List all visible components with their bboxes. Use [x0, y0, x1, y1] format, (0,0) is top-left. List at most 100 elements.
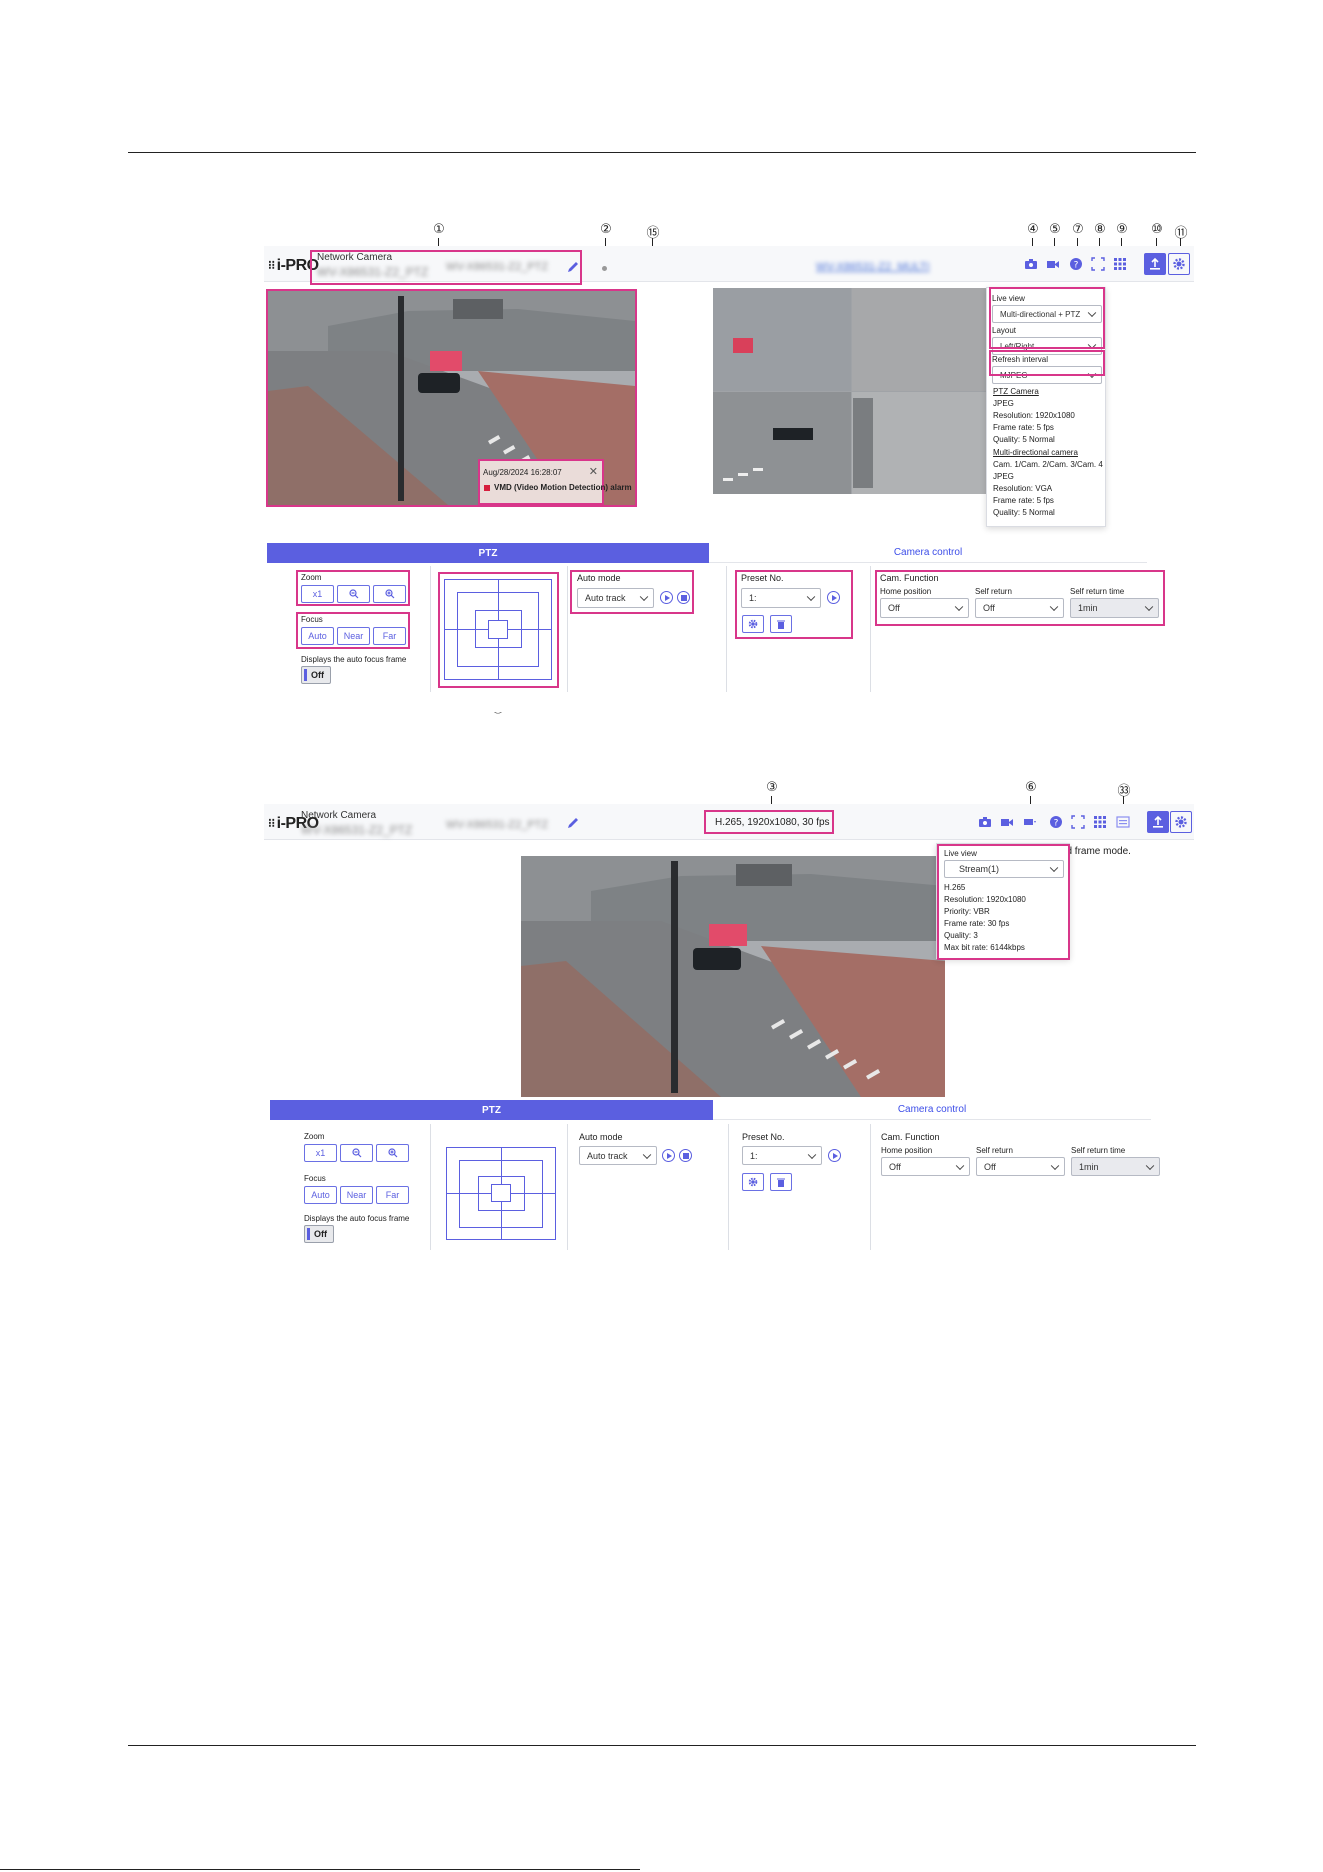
camera-icon	[979, 817, 991, 827]
close-icon[interactable]: ✕	[589, 465, 598, 478]
fullscreen-button[interactable]	[1087, 253, 1109, 275]
settings-button[interactable]	[1170, 811, 1192, 833]
self-return-time-select[interactable]: 1min	[1071, 1157, 1160, 1176]
callout-9: ⑨	[1116, 222, 1128, 237]
control-pad-highlight	[438, 572, 559, 688]
multi-camera-link[interactable]: WV-X86531-Z2_MULTI	[816, 261, 930, 273]
live-button[interactable]	[1147, 811, 1169, 833]
fullscreen-button[interactable]	[1067, 811, 1089, 833]
callout-6: ⑥	[1025, 780, 1037, 795]
auto-mode-label: Auto mode	[579, 1132, 623, 1142]
footnote-rule	[0, 1869, 640, 1870]
ptz-info-line: Resolution: 1920x1080	[993, 411, 1075, 420]
multiscreen-button[interactable]	[1109, 253, 1131, 275]
auto-mode-stop-button[interactable]	[679, 1149, 692, 1162]
focus-auto-button[interactable]: Auto	[304, 1186, 337, 1204]
stream-select-button[interactable]	[1019, 811, 1041, 833]
callout-11: ⑪	[1174, 226, 1188, 241]
preset-settings-button[interactable]	[742, 1173, 764, 1191]
camera-title-highlight	[310, 250, 582, 285]
refresh-interval-highlight	[989, 350, 1105, 376]
grid-icon	[1094, 816, 1106, 828]
gear-icon	[1173, 258, 1185, 270]
af-frame-label: Displays the auto focus frame	[304, 1214, 410, 1223]
record-button[interactable]	[996, 811, 1018, 833]
live-view-highlight	[937, 844, 1070, 960]
stream-icon	[1024, 819, 1036, 825]
focus-near-button[interactable]: Near	[340, 1186, 373, 1204]
self-return-time-label: Self return time	[1071, 1146, 1126, 1155]
multi-info-line: Quality: 5 Normal	[993, 508, 1055, 517]
edit-pencil-icon[interactable]	[566, 816, 580, 830]
live-icon	[1150, 257, 1160, 270]
fullscreen-icon	[1091, 257, 1105, 271]
tab-camera-control[interactable]: Camera control	[713, 1100, 1151, 1120]
focus-label: Focus	[304, 1174, 326, 1183]
home-position-select[interactable]: Off	[881, 1157, 970, 1176]
help-button[interactable]: ?	[1045, 811, 1067, 833]
cam-function-label: Cam. Function	[881, 1132, 940, 1142]
network-camera-label: Network Camera	[301, 810, 377, 821]
zoom-label: Zoom	[304, 1132, 325, 1141]
alarm-time: Aug/28/2024 16:28:07	[483, 468, 562, 477]
preset-select[interactable]: 1:	[742, 1146, 822, 1165]
callout-2: ②	[600, 222, 612, 237]
ptz-control-pad[interactable]	[446, 1147, 556, 1240]
screenshot-multi-ptz: ⁝⁝ i-PRO Network Camera WV-X86531-Z2_PTZ …	[264, 246, 1194, 712]
settings-button[interactable]	[1168, 253, 1190, 275]
tab-ptz[interactable]: PTZ	[270, 1100, 713, 1120]
callout-3: ③	[766, 780, 778, 795]
af-frame-toggle[interactable]: Off	[301, 666, 331, 684]
record-button[interactable]	[1042, 253, 1064, 275]
multi-camera-view[interactable]	[713, 288, 990, 494]
camera-view[interactable]	[521, 856, 945, 1097]
home-position-label: Home position	[881, 1146, 933, 1155]
zoom-in-button[interactable]	[376, 1144, 409, 1162]
chevron-down-icon	[807, 1150, 817, 1159]
self-return-label: Self return	[976, 1146, 1013, 1155]
snapshot-button[interactable]	[1020, 253, 1042, 275]
zoom-in-icon	[387, 1148, 397, 1158]
zoom-highlight	[296, 570, 410, 606]
snapshot-button[interactable]	[974, 811, 996, 833]
zoom-out-button[interactable]	[340, 1144, 373, 1162]
auto-mode-highlight	[570, 570, 694, 614]
multiscreen-button[interactable]	[1089, 811, 1111, 833]
preset-delete-button[interactable]	[770, 1173, 792, 1191]
auto-mode-start-button[interactable]	[662, 1149, 675, 1162]
reduced-frame-button[interactable]	[1112, 811, 1134, 833]
help-icon: ?	[1070, 258, 1082, 271]
camera-title-secondary: WV-X86531-Z2_PTZ	[446, 819, 549, 831]
top-rule	[128, 152, 1196, 153]
gear-icon	[1175, 816, 1187, 828]
camera-icon	[1025, 259, 1037, 269]
ptz-info-line: JPEG	[993, 399, 1014, 408]
preset-go-button[interactable]	[828, 1149, 841, 1162]
bottom-rule	[128, 1745, 1196, 1746]
self-return-select[interactable]: Off	[976, 1157, 1065, 1176]
zoom-x1-button[interactable]: x1	[304, 1144, 337, 1162]
tab-camera-control[interactable]: Camera control	[709, 543, 1147, 563]
auto-mode-select[interactable]: Auto track	[579, 1146, 657, 1165]
live-button[interactable]	[1144, 253, 1166, 275]
help-button[interactable]: ?	[1065, 253, 1087, 275]
af-frame-label: Displays the auto focus frame	[301, 655, 407, 664]
focus-far-button[interactable]: Far	[376, 1186, 409, 1204]
stop-icon	[682, 1152, 689, 1159]
self-return-value: Off	[984, 1161, 996, 1172]
home-position-value: Off	[889, 1161, 901, 1172]
fullscreen-icon	[1071, 815, 1085, 829]
divider	[430, 1124, 431, 1250]
play-icon	[832, 1152, 838, 1159]
chevron-down-icon	[1050, 1161, 1060, 1170]
alarm-notification: Aug/28/2024 16:28:07 VMD (Video Motion D…	[478, 459, 632, 505]
alarm-message: VMD (Video Motion Detection) alarm	[494, 483, 632, 492]
live-icon	[1153, 815, 1163, 828]
divider	[728, 1124, 729, 1250]
tab-ptz[interactable]: PTZ	[267, 543, 709, 563]
af-frame-toggle[interactable]: Off	[304, 1225, 334, 1243]
stream-info-highlight	[704, 810, 834, 834]
callout-4: ④	[1027, 222, 1039, 237]
divider	[726, 566, 727, 692]
callout-10: ⑩	[1151, 222, 1163, 237]
